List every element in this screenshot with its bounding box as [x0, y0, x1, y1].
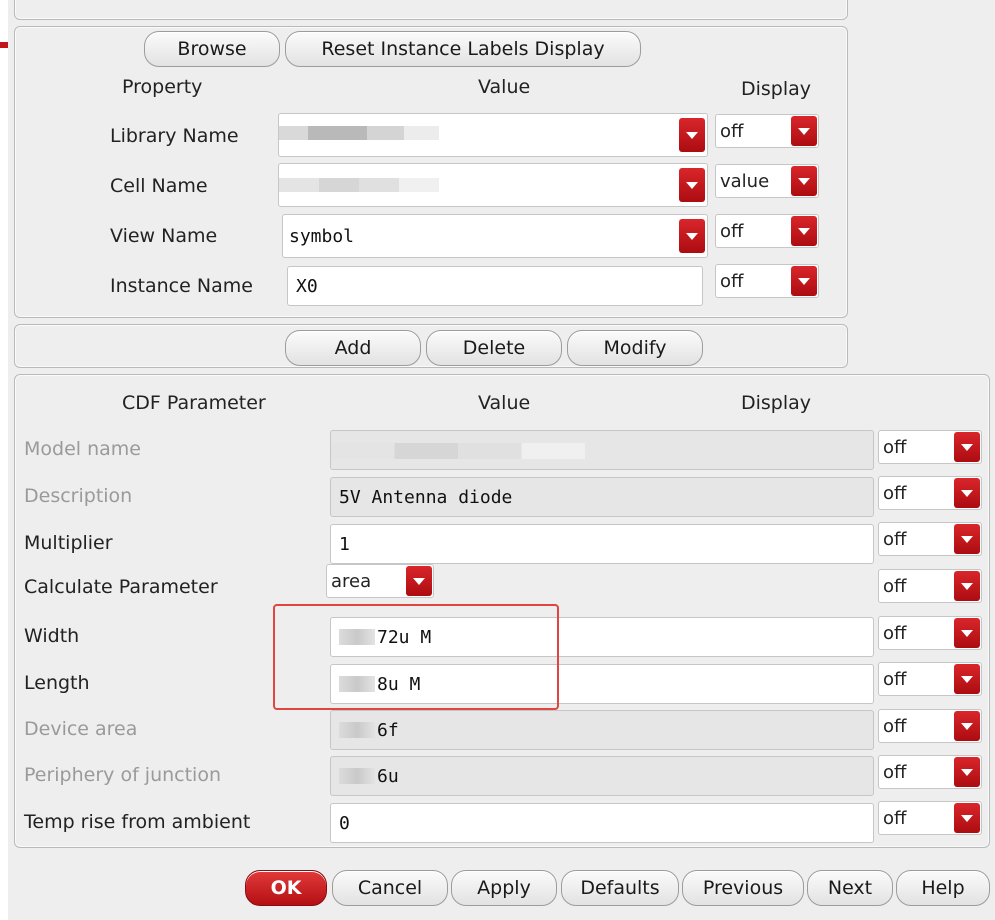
temp-rise-label: Temp rise from ambient	[24, 811, 251, 833]
library-name-label: Library Name	[110, 125, 239, 147]
chevron-down-icon	[679, 118, 705, 152]
model-name-field	[330, 430, 874, 470]
instance-name-display-dropdown[interactable]: off	[715, 264, 819, 298]
chevron-down-icon	[406, 566, 432, 596]
cdf-parameter-header: CDF Parameter	[122, 392, 266, 414]
chevron-down-icon	[954, 618, 980, 648]
length-display-dropdown[interactable]: off	[878, 662, 982, 696]
delete-button[interactable]: Delete	[426, 330, 562, 366]
cell-name-redacted	[279, 178, 439, 192]
width-display-dropdown[interactable]: off	[878, 616, 982, 650]
left-edge-lower	[0, 155, 8, 920]
reset-instance-labels-button[interactable]: Reset Instance Labels Display	[285, 31, 641, 67]
left-edge	[0, 0, 8, 155]
calculate-parameter-dropdown[interactable]: area	[326, 564, 434, 598]
temp-rise-input[interactable]: 0	[330, 803, 874, 843]
ok-button[interactable]: OK	[245, 870, 327, 906]
chevron-down-icon	[954, 711, 980, 741]
cancel-button[interactable]: Cancel	[332, 870, 448, 906]
view-name-combo[interactable]: symbol	[282, 214, 708, 258]
view-name-label: View Name	[110, 225, 218, 247]
chevron-down-icon	[954, 432, 980, 462]
model-name-display-dropdown[interactable]: off	[878, 430, 982, 464]
chevron-down-icon	[954, 803, 980, 833]
device-area-label: Device area	[24, 718, 138, 740]
library-name-redacted	[279, 126, 439, 140]
chevron-down-icon	[954, 478, 980, 508]
description-display-dropdown[interactable]: off	[878, 476, 982, 510]
length-input[interactable]: 8u M	[330, 664, 874, 704]
cdf-display-header: Display	[741, 392, 812, 414]
cell-name-label: Cell Name	[110, 175, 208, 197]
description-label: Description	[24, 485, 133, 507]
library-name-combo[interactable]	[278, 113, 708, 157]
model-name-redacted	[331, 443, 585, 459]
length-label: Length	[24, 672, 90, 694]
multiplier-display-dropdown[interactable]: off	[878, 522, 982, 556]
model-name-label: Model name	[24, 438, 141, 460]
width-redacted	[339, 629, 375, 645]
property-header: Property	[122, 76, 203, 98]
previous-button[interactable]: Previous	[682, 870, 804, 906]
device-area-field: 6f	[330, 710, 874, 750]
chevron-down-icon	[954, 757, 980, 787]
periphery-redacted	[339, 768, 375, 784]
chevron-down-icon	[954, 524, 980, 554]
periphery-display-dropdown[interactable]: off	[878, 755, 982, 789]
periphery-field: 6u	[330, 756, 874, 796]
instance-name-input[interactable]: X0	[287, 266, 703, 306]
description-field: 5V Antenna diode	[330, 477, 874, 517]
chevron-down-icon	[791, 166, 817, 196]
cell-name-combo[interactable]	[278, 163, 708, 207]
cdf-value-header: Value	[478, 392, 531, 414]
chevron-down-icon	[791, 116, 817, 146]
view-name-value: symbol	[289, 225, 355, 247]
periphery-label: Periphery of junction	[24, 764, 222, 786]
width-label: Width	[24, 625, 80, 647]
left-edge-marker	[0, 42, 8, 48]
calculate-parameter-display-dropdown[interactable]: off	[878, 569, 982, 603]
chevron-down-icon	[954, 664, 980, 694]
value-header: Value	[478, 76, 531, 98]
next-button[interactable]: Next	[807, 870, 893, 906]
defaults-button[interactable]: Defaults	[561, 870, 679, 906]
calculate-parameter-label: Calculate Parameter	[24, 576, 218, 598]
chevron-down-icon	[954, 571, 980, 601]
apply-button[interactable]: Apply	[451, 870, 557, 906]
chevron-down-icon	[791, 266, 817, 296]
length-redacted	[339, 676, 375, 692]
width-input[interactable]: 72u M	[330, 617, 874, 657]
multiplier-input[interactable]: 1	[330, 524, 874, 564]
view-name-display-dropdown[interactable]: off	[715, 214, 819, 248]
chevron-down-icon	[791, 216, 817, 246]
add-button[interactable]: Add	[285, 330, 421, 366]
top-panel-remnant	[14, 0, 848, 20]
device-area-redacted	[339, 722, 375, 738]
help-button[interactable]: Help	[896, 870, 990, 906]
multiplier-label: Multiplier	[24, 532, 113, 554]
cell-name-display-dropdown[interactable]: value	[715, 164, 819, 198]
instance-name-label: Instance Name	[110, 275, 253, 297]
chevron-down-icon	[679, 168, 705, 202]
modify-button[interactable]: Modify	[567, 330, 703, 366]
temp-rise-display-dropdown[interactable]: off	[878, 801, 982, 835]
device-area-display-dropdown[interactable]: off	[878, 709, 982, 743]
browse-button[interactable]: Browse	[144, 31, 280, 67]
display-header: Display	[741, 78, 812, 100]
chevron-down-icon	[679, 219, 705, 253]
library-name-display-dropdown[interactable]: off	[715, 114, 819, 148]
